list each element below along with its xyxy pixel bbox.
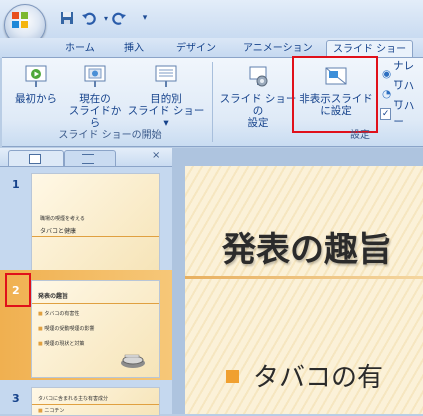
slide-number-highlight-box: [5, 273, 31, 307]
setup-slideshow-label-2: 設定: [247, 117, 269, 129]
customize-qat-icon[interactable]: ▾: [136, 9, 154, 27]
from-current-button[interactable]: 現在の スライドから: [67, 64, 123, 129]
setup-slideshow-label-1: スライド ショーの: [219, 93, 297, 117]
slides-tab-icon: [29, 154, 41, 164]
use-timings-checkbox[interactable]: ✓: [380, 108, 392, 120]
thumb3-title: タバコに含まれる主な有害成分: [38, 396, 109, 402]
rehearse-icon: ◔: [382, 88, 392, 100]
slide-title-rule: [185, 276, 423, 279]
slide-number-1: 1: [12, 178, 20, 191]
slide-number-3: 3: [12, 392, 20, 405]
custom-slideshow-label-1: 目的別: [150, 93, 182, 105]
custom-slideshow-button[interactable]: 目的別 スライド ショー ▾: [124, 64, 208, 129]
group-label-start-slideshow: スライド ショーの開始: [58, 130, 162, 141]
thumb3-rule: [32, 404, 159, 405]
close-pane-icon[interactable]: ×: [152, 150, 160, 161]
thumb3-bullet-1: ■ ニコチン: [38, 408, 65, 414]
slide-title-text[interactable]: 発表の趣旨: [222, 222, 392, 271]
thumb2-bullet-2: ■ 喫煙の受動喫煙の影響: [38, 326, 95, 332]
thumb2-bullet-1: ■ タバコの有害性: [38, 311, 80, 317]
custom-slideshow-label-2: スライド ショー ▾: [127, 105, 205, 129]
thumb2-title: 発表の趣旨: [38, 293, 69, 300]
save-icon[interactable]: [58, 9, 76, 27]
custom-slideshow-icon: [153, 64, 179, 90]
slide-bullet-marker: [226, 370, 239, 383]
ribbon-group-separator: [212, 62, 213, 142]
outline-tab-icon: [82, 154, 94, 164]
setup-slideshow-icon: [245, 64, 271, 90]
thumb1-rule: [32, 236, 159, 237]
from-beginning-label: 最初から: [15, 93, 57, 105]
slide-thumbnail-3[interactable]: タバコに含まれる主な有害成分 ■ ニコチン: [31, 387, 160, 416]
use-rehearsed-timings-item[interactable]: ✓ リハー: [380, 100, 423, 128]
tab-home[interactable]: ホーム: [59, 40, 101, 58]
use-rehearsed-timings-label: リハー: [393, 100, 415, 128]
tab-design[interactable]: デザイン: [170, 40, 222, 58]
thumb1-title: 職場の喫煙を考える: [40, 216, 85, 222]
thumb1-subtitle: タバコと健康: [40, 228, 77, 235]
setup-slideshow-button[interactable]: スライド ショーの 設定: [216, 64, 300, 129]
tab-insert[interactable]: 挿入: [118, 40, 150, 58]
slide-thumbnail-1[interactable]: 職場の喫煙を考える タバコと健康: [31, 173, 160, 271]
from-beginning-button[interactable]: 最初から: [10, 64, 62, 105]
slideshow-current-icon: [82, 64, 108, 90]
undo-icon[interactable]: [80, 9, 98, 27]
slideshow-start-icon: [23, 64, 49, 90]
tab-outline[interactable]: [64, 150, 116, 166]
slide-thumbnail-2[interactable]: 発表の趣旨 ■ タバコの有害性 ■ 喫煙の受動喫煙の影響 ■ 喫煙の現状と対策: [31, 280, 160, 378]
hide-slide-highlight-box: [292, 56, 378, 133]
thumb2-ashtray-image: [121, 354, 145, 368]
group-label-setup: 設定: [350, 130, 370, 141]
office-logo-icon: [12, 12, 28, 28]
from-current-label-2: スライドから: [68, 105, 122, 129]
redo-icon[interactable]: [110, 9, 128, 27]
tab-slides[interactable]: [8, 150, 64, 166]
slide-body-text[interactable]: タバコの有: [253, 357, 383, 394]
narration-icon: ◉: [382, 68, 392, 80]
from-current-label-1: 現在の: [79, 93, 111, 105]
thumb2-rule: [32, 303, 159, 304]
thumb2-bullet-3: ■ 喫煙の現状と対策: [38, 341, 85, 347]
